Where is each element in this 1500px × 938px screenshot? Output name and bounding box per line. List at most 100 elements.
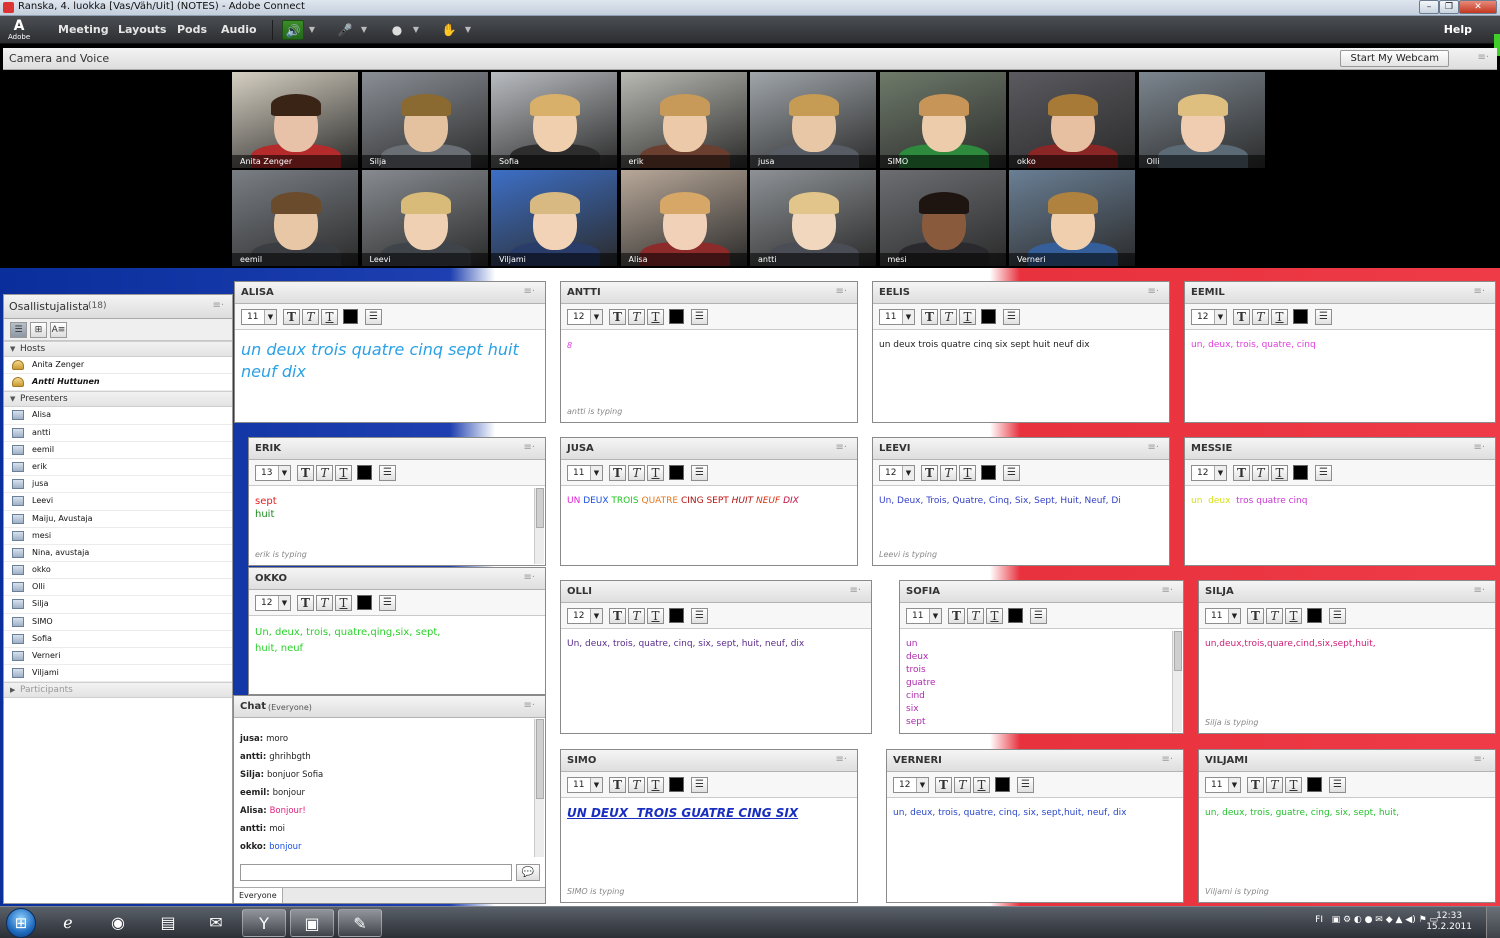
- attendee-presenter[interactable]: Olli: [4, 579, 232, 597]
- pod-menu-icon[interactable]: ≡·: [1477, 52, 1489, 63]
- pod-menu-icon[interactable]: ≡·: [1473, 286, 1485, 297]
- italic-icon[interactable]: T: [316, 465, 333, 481]
- bold-icon[interactable]: T: [609, 608, 626, 624]
- underline-icon[interactable]: T: [647, 309, 664, 325]
- underline-icon[interactable]: T: [647, 777, 664, 793]
- font-size-select[interactable]: 12 ▼: [1191, 309, 1227, 325]
- text-color-picker[interactable]: [995, 777, 1010, 792]
- underline-icon[interactable]: T: [1285, 777, 1302, 793]
- italic-icon[interactable]: T: [628, 608, 645, 624]
- font-size-select[interactable]: 12 ▼: [893, 777, 929, 793]
- pod-menu-icon[interactable]: ≡·: [835, 754, 847, 765]
- bullet-list-icon[interactable]: ☰: [1003, 309, 1020, 325]
- text-color-picker[interactable]: [1008, 608, 1023, 623]
- bullet-list-icon[interactable]: ☰: [1315, 465, 1332, 481]
- font-size-select[interactable]: 11 ▼: [1205, 777, 1241, 793]
- font-size-select[interactable]: 12 ▼: [1191, 465, 1227, 481]
- note-text[interactable]: un deux trois quatre cinq six sept huit …: [873, 331, 1169, 422]
- group-hosts[interactable]: ▼ Hosts: [4, 341, 232, 357]
- firefox-icon[interactable]: ◉: [96, 909, 140, 937]
- bold-icon[interactable]: T: [935, 777, 952, 793]
- note-text[interactable]: UN DEUX TROIS QUATRE CING SEPT HUIT NEUF…: [561, 487, 857, 565]
- note-text[interactable]: Un, deux, trois, quatre,qing,six, sept, …: [249, 617, 545, 694]
- menu-audio[interactable]: Audio: [221, 23, 257, 36]
- attendee-presenter[interactable]: jusa: [4, 476, 232, 494]
- bold-icon[interactable]: T: [609, 465, 626, 481]
- show-desktop-button[interactable]: [1486, 907, 1500, 938]
- list-view-icon[interactable]: ☰: [10, 322, 27, 338]
- pod-menu-icon[interactable]: ≡·: [523, 286, 535, 297]
- pod-menu-icon[interactable]: ≡·: [849, 585, 861, 596]
- attendee-host[interactable]: Antti Huttunen: [4, 374, 232, 392]
- note-text[interactable]: un deux trois quatre cinq sept huit neuf…: [235, 331, 545, 422]
- pod-menu-icon[interactable]: ≡·: [523, 700, 535, 711]
- underline-icon[interactable]: T: [647, 608, 664, 624]
- attendee-presenter[interactable]: Leevi: [4, 493, 232, 511]
- italic-icon[interactable]: T: [940, 465, 957, 481]
- bold-icon[interactable]: T: [609, 777, 626, 793]
- pod-menu-icon[interactable]: ≡·: [1161, 754, 1173, 765]
- font-size-select[interactable]: 11 ▼: [1205, 608, 1241, 624]
- note-text[interactable]: un deux trois guatre cind six sept: [900, 630, 1183, 733]
- chat-scrollbar[interactable]: [534, 719, 544, 857]
- text-color-picker[interactable]: [981, 465, 996, 480]
- note-text[interactable]: un, deux, trois, quatre, cinq: [1185, 331, 1495, 422]
- menu-pods[interactable]: Pods: [177, 23, 207, 36]
- close-button[interactable]: ✕: [1459, 0, 1497, 14]
- bullet-list-icon[interactable]: ☰: [1003, 465, 1020, 481]
- chat-input[interactable]: [240, 864, 512, 881]
- yle-icon[interactable]: Y: [242, 909, 286, 937]
- bullet-list-icon[interactable]: ☰: [1030, 608, 1047, 624]
- note-scrollbar[interactable]: [534, 488, 544, 564]
- webcam-icon[interactable]: ●: [386, 20, 408, 40]
- bullet-list-icon[interactable]: ☰: [379, 595, 396, 611]
- bold-icon[interactable]: T: [609, 309, 626, 325]
- bold-icon[interactable]: T: [1233, 309, 1250, 325]
- text-color-picker[interactable]: [1307, 777, 1322, 792]
- underline-icon[interactable]: T: [647, 465, 664, 481]
- font-size-select[interactable]: 12 ▼: [567, 608, 603, 624]
- font-size-select[interactable]: 12 ▼: [567, 309, 603, 325]
- speaker-dropdown[interactable]: ▼: [306, 20, 318, 40]
- text-color-picker[interactable]: [1293, 465, 1308, 480]
- bold-icon[interactable]: T: [921, 309, 938, 325]
- microphone-dropdown[interactable]: ▼: [358, 20, 370, 40]
- pod-menu-icon[interactable]: ≡·: [523, 572, 535, 583]
- note-text[interactable]: un, deux, trois, quatre, cinq, six, sept…: [887, 799, 1183, 902]
- menu-layouts[interactable]: Layouts: [118, 23, 166, 36]
- underline-icon[interactable]: T: [986, 608, 1003, 624]
- pod-menu-icon[interactable]: ≡·: [1473, 754, 1485, 765]
- status-dropdown[interactable]: ▼: [462, 20, 474, 40]
- italic-icon[interactable]: T: [940, 309, 957, 325]
- explorer-icon[interactable]: ▤: [146, 909, 190, 937]
- attendee-presenter[interactable]: Sofia: [4, 631, 232, 648]
- text-color-picker[interactable]: [1293, 309, 1308, 324]
- underline-icon[interactable]: T: [973, 777, 990, 793]
- font-size-select[interactable]: 12 ▼: [255, 595, 291, 611]
- group-presenters[interactable]: ▼ Presenters: [4, 391, 232, 408]
- italic-icon[interactable]: T: [1266, 777, 1283, 793]
- attendee-host[interactable]: Anita Zenger: [4, 357, 232, 375]
- note-text[interactable]: Un, deux, trois, quatre, cinq, six, sept…: [561, 630, 871, 733]
- connect-window-icon[interactable]: ▣: [290, 909, 334, 937]
- bold-icon[interactable]: T: [297, 465, 314, 481]
- minimize-button[interactable]: –: [1419, 0, 1439, 14]
- italic-icon[interactable]: T: [954, 777, 971, 793]
- bold-icon[interactable]: T: [297, 595, 314, 611]
- italic-icon[interactable]: T: [1266, 608, 1283, 624]
- document-icon[interactable]: ✎: [338, 909, 382, 937]
- maximize-button[interactable]: ❐: [1439, 0, 1459, 14]
- text-color-picker[interactable]: [343, 309, 358, 324]
- italic-icon[interactable]: T: [628, 777, 645, 793]
- font-size-select[interactable]: 13 ▼: [255, 465, 291, 481]
- italic-icon[interactable]: T: [1252, 309, 1269, 325]
- underline-icon[interactable]: T: [1271, 465, 1288, 481]
- bullet-list-icon[interactable]: ☰: [1017, 777, 1034, 793]
- language-indicator[interactable]: FI: [1315, 915, 1323, 925]
- raise-hand-icon[interactable]: ✋: [438, 20, 460, 40]
- bullet-list-icon[interactable]: ☰: [1329, 777, 1346, 793]
- font-size-select[interactable]: 11 ▼: [906, 608, 942, 624]
- underline-icon[interactable]: T: [959, 465, 976, 481]
- bold-icon[interactable]: T: [921, 465, 938, 481]
- breakout-view-icon[interactable]: A≡: [50, 322, 67, 338]
